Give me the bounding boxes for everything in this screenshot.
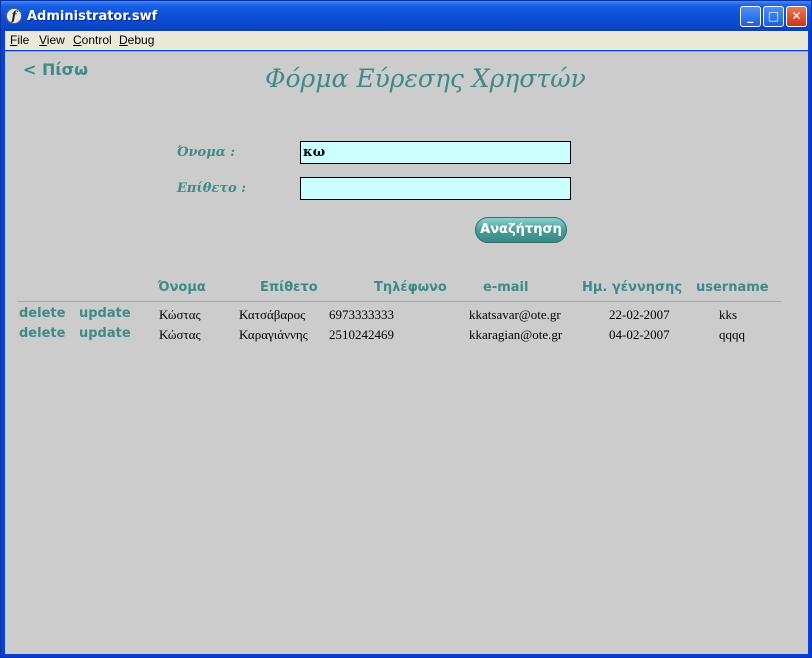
name-label: Όνομα : <box>177 145 236 160</box>
flash-player-icon: f <box>6 8 22 24</box>
header-divider <box>17 301 781 302</box>
back-link[interactable]: < Πίσω <box>23 60 88 79</box>
minimize-button[interactable]: _ <box>740 6 761 27</box>
column-header-phone: Τηλέφωνο <box>374 280 447 295</box>
page-title: Φόρμα Εύρεσης Χρηστών <box>265 64 586 93</box>
cell-email: kkaragian@ote.gr <box>469 327 563 342</box>
cell-surname: Καραγιάννης <box>239 327 308 342</box>
delete-button[interactable]: delete <box>19 326 65 341</box>
menu-view-mnemonic: V <box>39 33 47 47</box>
surname-label: Επίθετο : <box>177 181 247 196</box>
column-header-name: Όνομα <box>158 280 206 295</box>
flash-stage: < Πίσω Φόρμα Εύρεσης Χρηστών Όνομα : κω … <box>5 51 808 654</box>
menu-view-label: iew <box>46 33 65 47</box>
search-button[interactable]: Αναζήτηση <box>475 217 567 243</box>
cell-birthdate: 22-02-2007 <box>609 307 670 322</box>
name-input[interactable]: κω <box>300 141 571 164</box>
menu-debug-mnemonic: D <box>119 33 128 47</box>
close-button[interactable]: ✕ <box>786 6 807 27</box>
menu-file-label: ile <box>17 33 30 47</box>
window-title: Administrator.swf <box>27 9 158 24</box>
column-header-email: e-mail <box>483 280 529 295</box>
cell-phone: 6973333333 <box>329 307 394 322</box>
menu-file[interactable]: File <box>10 33 29 47</box>
table-row: delete update Κώστας Κατσάβαρος 69733333… <box>5 306 808 326</box>
cell-birthdate: 04-02-2007 <box>609 327 670 342</box>
delete-button[interactable]: delete <box>19 306 65 321</box>
maximize-button[interactable]: □ <box>763 6 784 27</box>
menu-view[interactable]: View <box>39 33 65 47</box>
menu-debug[interactable]: Debug <box>119 33 154 47</box>
menu-debug-label: ebug <box>127 33 155 47</box>
cell-surname: Κατσάβαρος <box>239 307 306 322</box>
menu-bar: File View Control Debug <box>5 31 808 50</box>
cell-username: kks <box>719 307 738 322</box>
menu-control[interactable]: Control <box>73 33 112 47</box>
cell-email: kkatsavar@ote.gr <box>469 307 561 322</box>
table-row: delete update Κώστας Καραγιάννης 2510242… <box>5 326 808 346</box>
column-header-surname: Επίθετο <box>260 280 318 295</box>
menu-control-mnemonic: C <box>73 33 82 47</box>
cell-phone: 2510242469 <box>329 327 394 342</box>
cell-name: Κώστας <box>159 307 201 322</box>
update-button[interactable]: update <box>79 326 131 341</box>
column-header-username: username <box>696 280 769 295</box>
title-bar[interactable]: f Administrator.swf _ □ ✕ <box>1 1 811 31</box>
column-header-birthdate: Ημ. γέννησης <box>582 280 683 295</box>
update-button[interactable]: update <box>79 306 131 321</box>
menu-control-label: ontrol <box>81 33 112 47</box>
cell-name: Κώστας <box>159 327 201 342</box>
surname-input[interactable] <box>300 177 571 200</box>
app-window: f Administrator.swf _ □ ✕ File View Cont… <box>0 0 812 658</box>
cell-username: qqqq <box>719 327 745 342</box>
